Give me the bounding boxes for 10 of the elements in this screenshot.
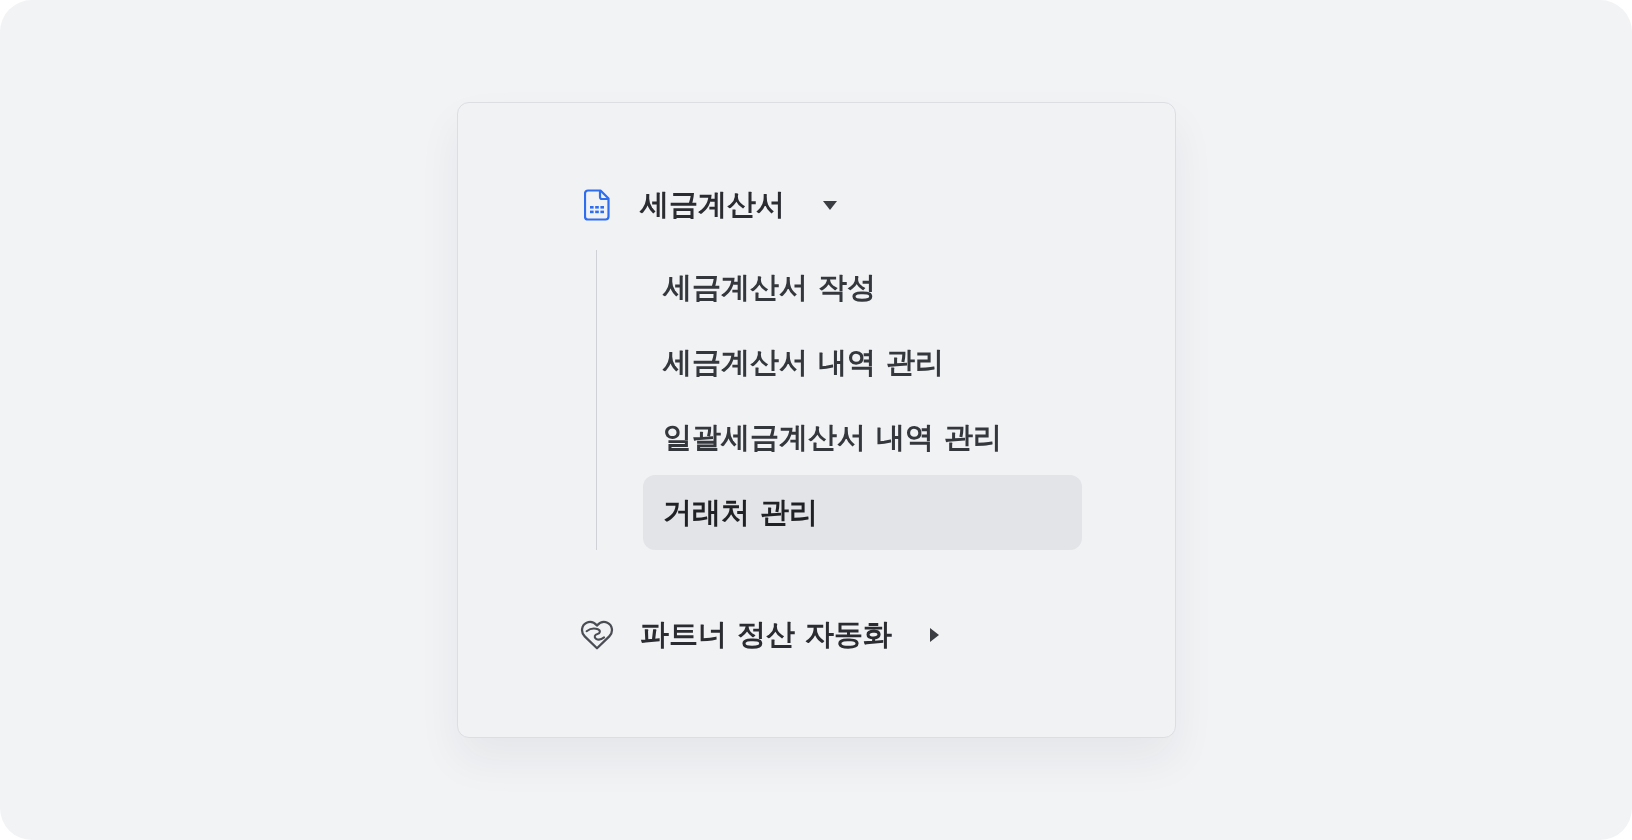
submenu-item[interactable]: 세금계산서 내역 관리	[642, 325, 1082, 400]
caret-down-icon[interactable]	[822, 200, 837, 210]
caret-right-icon[interactable]	[929, 628, 939, 642]
heart-icon	[579, 619, 614, 651]
document-table-icon	[583, 189, 610, 221]
submenu-item[interactable]: 거래처 관리	[642, 475, 1082, 550]
submenu-item[interactable]: 세금계산서 작성	[642, 250, 1082, 325]
submenu-item[interactable]: 일괄세금계산서 내역 관리	[642, 400, 1082, 475]
menu-group-label[interactable]: 파트너 정산 자동화	[639, 615, 892, 655]
menu-group-label[interactable]: 세금계산서	[639, 185, 785, 225]
